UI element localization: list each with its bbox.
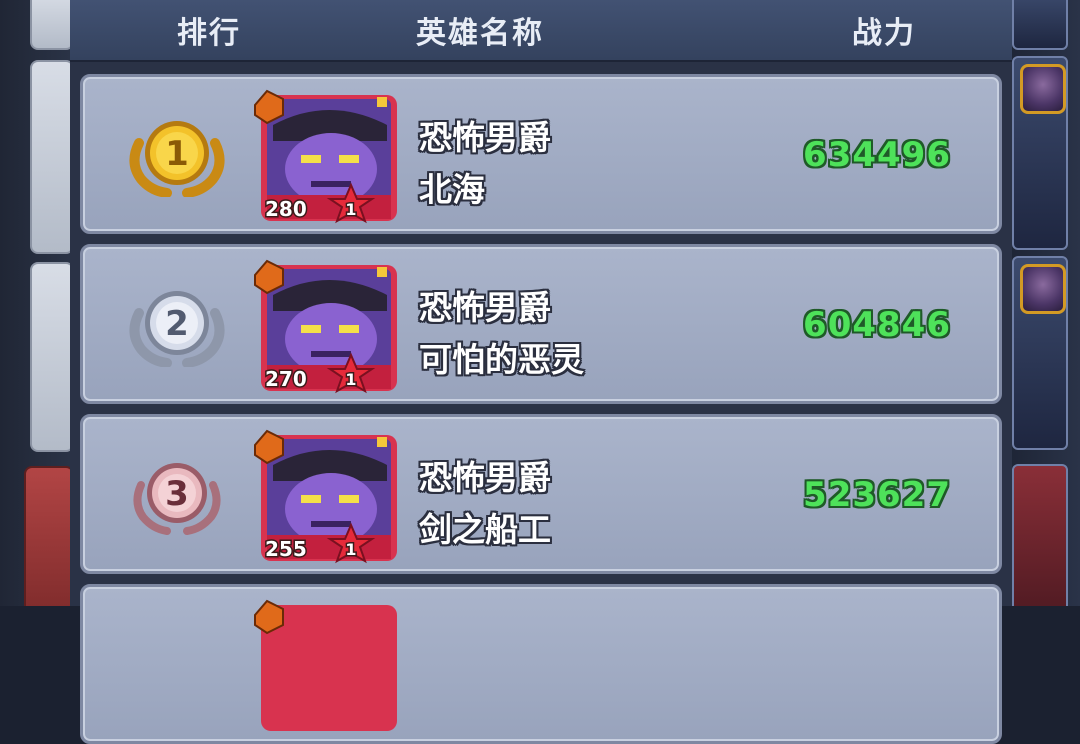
right-background-card xyxy=(1012,0,1068,50)
hero-power-value: 523627 xyxy=(803,475,951,515)
hero-star-count: 1 xyxy=(345,540,356,559)
leaderboard-list[interactable]: 1 280 1 恐怖男爵 北海 634496 2 270 1 恐怖男爵 可怕的恶… xyxy=(70,62,1012,744)
hero-level: 255 xyxy=(265,537,307,561)
leaderboard-row[interactable]: 3 255 1 恐怖男爵 剑之船工 523627 xyxy=(80,414,1002,574)
hero-portrait-icon[interactable]: 255 1 xyxy=(253,425,403,565)
leaderboard-row[interactable] xyxy=(80,584,1002,744)
hero-level: 270 xyxy=(265,367,307,391)
player-name: 北海 xyxy=(419,170,485,209)
medal-rank-number: 2 xyxy=(165,304,189,344)
hero-name-column-header: 英雄名称 xyxy=(416,16,544,51)
leaderboard-row[interactable]: 2 270 1 恐怖男爵 可怕的恶灵 604846 xyxy=(80,244,1002,404)
player-name: 可怕的恶灵 xyxy=(419,340,584,379)
left-background-card xyxy=(30,60,74,254)
medal-rank-number: 3 xyxy=(165,474,189,514)
hero-name: 恐怖男爵 xyxy=(419,288,551,327)
hero-name: 恐怖男爵 xyxy=(419,118,551,157)
hero-portrait-icon[interactable] xyxy=(253,595,403,735)
right-background-card xyxy=(1012,56,1068,250)
left-background-card xyxy=(30,0,74,50)
rank-column-header: 排行 xyxy=(177,16,241,51)
right-background-card xyxy=(1012,464,1068,606)
right-background-card xyxy=(1012,256,1068,450)
hero-power-value: 604846 xyxy=(803,305,951,345)
hero-portrait-icon[interactable]: 280 1 xyxy=(253,85,403,225)
hero-level: 280 xyxy=(265,197,307,221)
hero-star-count: 1 xyxy=(345,370,356,389)
hero-power-value: 634496 xyxy=(803,135,951,175)
player-name: 剑之船工 xyxy=(419,510,551,549)
leaderboard-header: 排行 英雄名称 战力 xyxy=(70,0,1012,62)
leaderboard-panel: 排行 英雄名称 战力 1 280 1 恐怖男爵 北海 634496 2 270 … xyxy=(70,0,1012,744)
hero-star-count: 1 xyxy=(345,200,356,219)
hero-portrait-icon[interactable]: 270 1 xyxy=(253,255,403,395)
gold-medal-icon: 1 xyxy=(129,121,225,197)
silver-medal-icon: 2 xyxy=(129,291,225,367)
power-column-header: 战力 xyxy=(852,16,916,51)
left-background-card xyxy=(30,262,74,452)
leaderboard-row[interactable]: 1 280 1 恐怖男爵 北海 634496 xyxy=(80,74,1002,234)
hero-name: 恐怖男爵 xyxy=(419,458,551,497)
bronze-medal-icon: 3 xyxy=(133,463,221,535)
medal-rank-number: 1 xyxy=(165,134,189,174)
left-background-card xyxy=(24,466,74,606)
